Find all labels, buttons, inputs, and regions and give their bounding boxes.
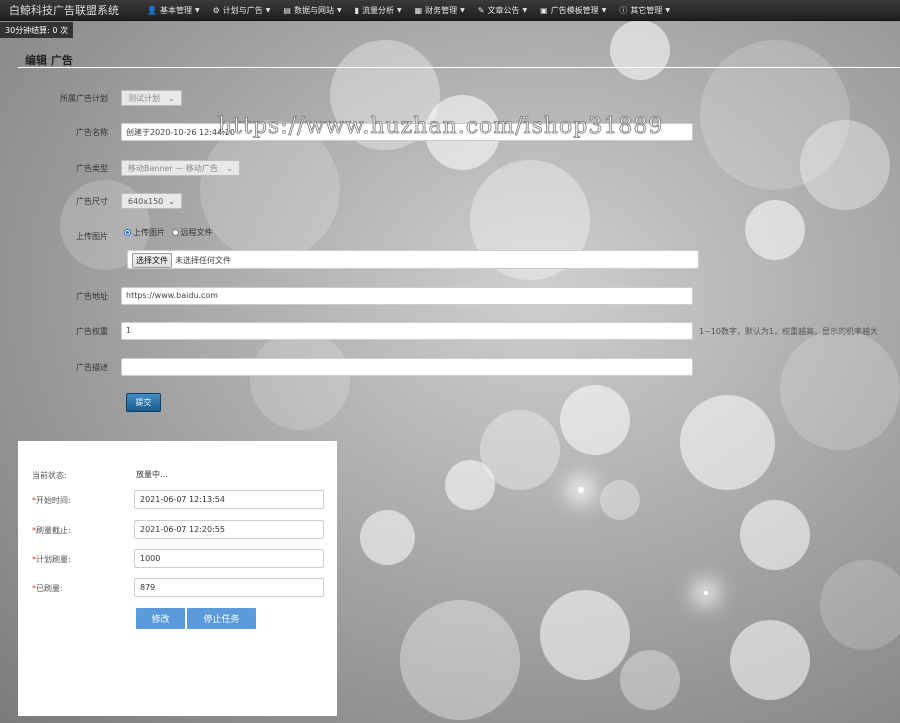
nav-item-other[interactable]: ⓘ 其它管理 ▼ [619, 5, 670, 16]
nav-item-articles[interactable]: ✎ 文章公告 ▼ [478, 5, 527, 16]
nav-item-plans-ads[interactable]: ⚙ 计划与广告 ▼ [213, 5, 271, 16]
plan-select-value: 测试计划 [128, 93, 160, 103]
title-divider [18, 67, 900, 68]
info-icon: ⓘ [619, 5, 628, 15]
settlement-status: 30分钟结算: 0 次 [0, 22, 74, 38]
top-navbar: 白鲸科技广告联盟系统 👤 基本管理 ▼ ⚙ 计划与广告 ▼ ▤ 数据与网站 ▼ … [0, 0, 900, 21]
nav-item-data-sites[interactable]: ▤ 数据与网站 ▼ [283, 5, 341, 16]
nav-label: 数据与网站 [293, 5, 334, 15]
plan-label: 所属广告计划 [60, 94, 108, 103]
file-status: 未选择任何文件 [175, 256, 231, 265]
nav-label: 财务管理 [425, 5, 458, 15]
ad-size-value: 640x150 [128, 196, 164, 206]
page-title: 编辑 广告 [25, 54, 73, 67]
choose-file-button[interactable]: 选择文件 [132, 253, 172, 268]
weight-hint: 1~10数字，默认为1，权重越高，显示的机率越大 [699, 327, 879, 336]
grid-icon: ▦ [414, 5, 423, 15]
nav-label: 广告模板管理 [550, 5, 599, 15]
weight-label: 广告权重 [76, 327, 108, 336]
document-icon: ▤ [283, 5, 291, 15]
chevron-down-icon: ⌄ [168, 196, 175, 206]
caret-down-icon: ▼ [194, 6, 200, 14]
nav-label: 文章公告 [487, 5, 520, 15]
radio-remote[interactable] [171, 229, 179, 236]
url-label: 广告地址 [76, 292, 108, 301]
nav-item-basic[interactable]: 👤 基本管理 ▼ [147, 5, 200, 16]
caret-down-icon: ▼ [336, 6, 342, 14]
modify-button[interactable]: 修改 [136, 608, 185, 629]
status-value: 放量中... [136, 470, 168, 479]
nav-label: 流量分析 [361, 5, 394, 15]
radio-remote-label: 远程文件 [180, 228, 213, 237]
done-count-label: *已刷量: [32, 584, 63, 593]
caret-down-icon: ▼ [665, 6, 670, 14]
gear-icon: ⚙ [212, 5, 220, 15]
task-panel: 当前状态: 放量中... *开始时间: 2021-06-07 12:13:54 … [18, 441, 337, 716]
ad-type-value: 移动Banner — 移动广告 [128, 163, 218, 173]
chevron-down-icon: ⌄ [168, 93, 175, 103]
nav-item-ad-templates[interactable]: ▣ 广告模板管理 ▼ [540, 5, 606, 16]
plan-count-label: *计划刷量: [32, 555, 71, 564]
watermark: https://www.huzhan.com/ishop31889 [218, 114, 664, 140]
user-icon: 👤 [147, 5, 157, 15]
plan-select[interactable]: 测试计划 ⌄ [121, 90, 182, 106]
name-label: 广告名称 [76, 128, 108, 137]
stop-task-button[interactable]: 停止任务 [187, 608, 256, 629]
nav-label: 基本管理 [159, 5, 192, 15]
brand-title: 白鲸科技广告联盟系统 [9, 4, 119, 17]
nav-item-traffic[interactable]: ▮ 流量分析 ▼ [355, 5, 402, 16]
file-upload-field: 选择文件 未选择任何文件 [127, 250, 699, 269]
submit-button[interactable]: 提交 [126, 393, 161, 412]
start-time-input[interactable]: 2021-06-07 12:13:54 [134, 490, 324, 509]
end-time-label: *刷量截止: [32, 526, 71, 535]
nav-label: 计划与广告 [222, 5, 263, 15]
caret-down-icon: ▼ [460, 6, 465, 14]
caret-down-icon: ▼ [601, 6, 607, 14]
image-source-radios: 上传图片 远程文件 [124, 227, 213, 238]
ad-weight-input[interactable]: 1 [121, 322, 693, 340]
type-label: 广告类型 [76, 164, 108, 173]
nav-label: 其它管理 [630, 5, 663, 15]
ad-size-select[interactable]: 640x150 ⌄ [121, 193, 182, 209]
chevron-down-icon: ⌄ [226, 163, 233, 173]
image-label: 上传图片 [76, 232, 108, 241]
done-count-input[interactable]: 879 [134, 578, 324, 597]
nav-item-finance[interactable]: ▦ 财务管理 ▼ [415, 5, 465, 16]
desc-label: 广告描述 [76, 363, 108, 372]
plan-count-input[interactable]: 1000 [134, 549, 324, 568]
caret-down-icon: ▼ [396, 6, 402, 14]
end-time-input[interactable]: 2021-06-07 12:20:55 [134, 520, 324, 539]
image-icon: ▣ [540, 5, 548, 15]
start-time-label: *开始时间: [32, 496, 71, 505]
radio-upload[interactable] [124, 229, 131, 236]
ad-description-input[interactable] [121, 358, 693, 376]
status-label: 当前状态: [32, 471, 67, 480]
caret-down-icon: ▼ [522, 6, 528, 14]
ad-url-input[interactable]: https://www.baidu.com [121, 287, 693, 305]
caret-down-icon: ▼ [265, 6, 271, 14]
ad-type-select[interactable]: 移动Banner — 移动广告 ⌄ [121, 160, 240, 176]
bar-chart-icon: ▮ [354, 5, 359, 15]
pencil-icon: ✎ [477, 5, 485, 15]
size-label: 广告尺寸 [76, 197, 108, 206]
radio-upload-label: 上传图片 [133, 228, 165, 237]
